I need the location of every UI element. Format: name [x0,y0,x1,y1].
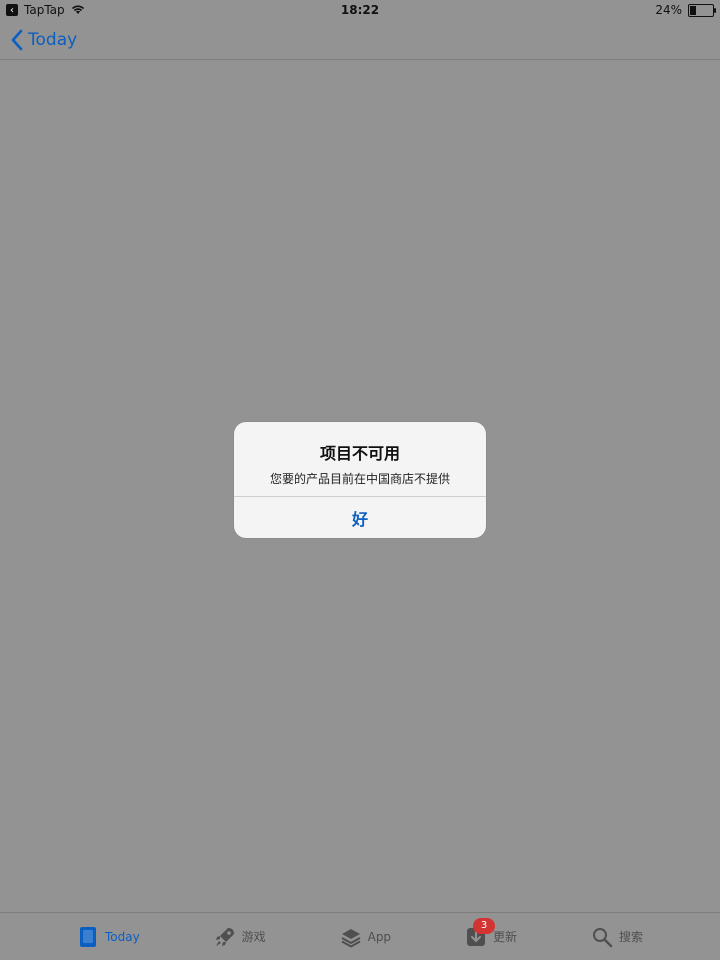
layers-icon [341,928,361,948]
status-right: 24% [649,3,720,17]
tab-updates[interactable]: 3 更新 [465,917,518,948]
alert-message: 您要的产品目前在中国商店不提供 [269,472,450,486]
tab-today[interactable]: Today [77,926,140,948]
chevron-left-icon [11,29,23,50]
back-label: Today [28,29,78,50]
updates-badge: 3 [473,917,496,934]
alert-ok-button[interactable]: 好 [234,497,486,538]
rocket-icon [215,927,234,946]
status-left: ‹ TapTap [0,3,91,18]
status-time: 18:22 [340,3,380,17]
alert-title: 项目不可用 [319,444,400,463]
tab-label-search: 搜索 [618,930,643,944]
tab-games[interactable]: 游戏 [214,926,266,948]
battery-percent: 24% [655,3,682,17]
tab-label-apps: App [367,929,392,944]
tab-search[interactable]: 搜索 [591,926,643,948]
search-icon [592,927,613,947]
tab-label-today: Today [104,929,140,944]
today-icon [79,926,96,947]
battery-icon [688,3,716,17]
updates-icon-wrap: 3 [465,917,496,948]
tab-label-updates: 更新 [493,930,518,944]
back-to-app-icon[interactable]: ‹ [6,4,18,16]
tab-label-games: 游戏 [241,930,266,944]
navigation-bar: Today [0,20,720,60]
tab-bar: Today 游戏 App 3 更新 搜索 [0,912,720,960]
back-to-app-label[interactable]: TapTap [24,3,65,17]
back-button[interactable]: Today [0,29,77,51]
tab-apps[interactable]: App [340,926,391,948]
wifi-icon [71,3,85,18]
alert-dialog: 项目不可用 您要的产品目前在中国商店不提供 好 [234,422,486,538]
status-bar: ‹ TapTap 18:22 24% [0,0,720,20]
